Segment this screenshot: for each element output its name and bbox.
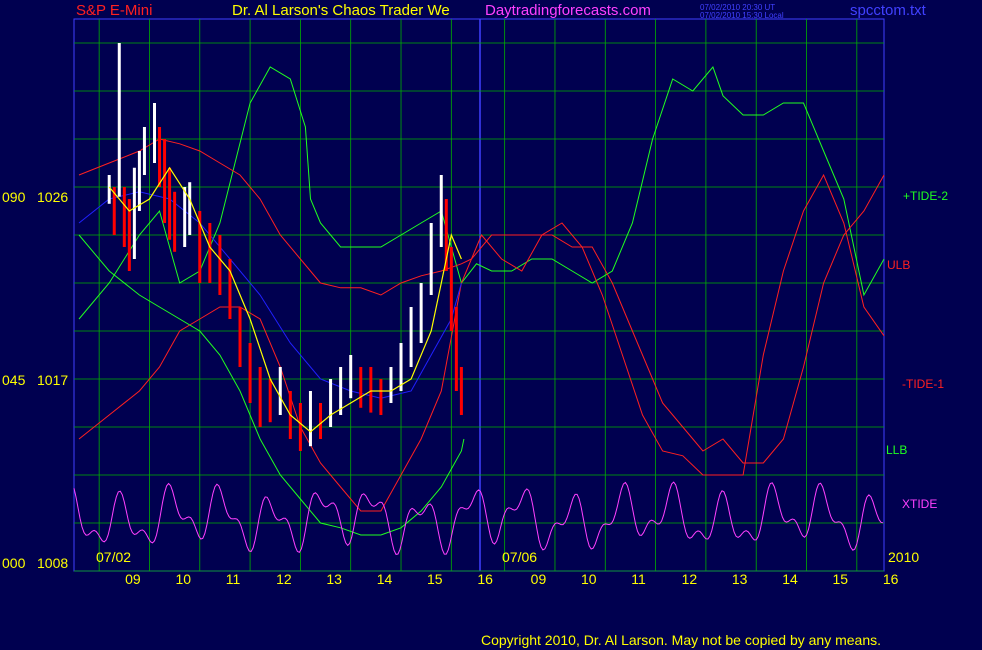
- y-label-left-mid: 045: [2, 372, 26, 388]
- x-tick-label: 13: [326, 571, 342, 587]
- x-tick-label: 14: [782, 571, 798, 587]
- instrument-title: S&P E-Mini: [76, 2, 153, 19]
- x-tick-label: 11: [631, 571, 646, 587]
- date-label-0706: 07/06: [502, 549, 538, 565]
- x-tick-label: 09: [125, 571, 141, 587]
- y-label-left-bottom: 000: [2, 555, 26, 571]
- x-tick-label: 15: [427, 571, 443, 587]
- x-tick-label: 13: [731, 571, 748, 587]
- x-tick-label: 11: [225, 571, 241, 587]
- data-file-name: spcctom.txt: [850, 2, 926, 19]
- series-line-blue: [78, 191, 462, 399]
- plot-frame: [73, 18, 885, 572]
- label-llb: LLB: [886, 443, 908, 457]
- date-label-0702: 07/02: [96, 549, 132, 565]
- year-label: 2010: [888, 549, 920, 565]
- chart-svg: [73, 18, 885, 572]
- y-label-left-top: 090: [2, 189, 26, 205]
- y-label-right-bottom: 1008: [37, 555, 69, 571]
- overlay-lines: [108, 166, 462, 433]
- x-tick-label: 16: [477, 571, 493, 587]
- x-tick-label: 12: [276, 571, 292, 587]
- x-tick-label: 10: [175, 571, 192, 587]
- x-tick-label: 09: [530, 571, 547, 587]
- x-tick-label: 12: [681, 571, 698, 587]
- x-tick-label: 16: [882, 571, 899, 587]
- series-line-average: [108, 166, 462, 433]
- timestamp-local: 07/02/2010 15:30 Local: [700, 11, 784, 20]
- x-tick-label: 15: [832, 571, 849, 587]
- label-xtide: XTIDE: [902, 497, 938, 511]
- site-link[interactable]: Daytradingforecasts.com: [485, 2, 651, 19]
- y-label-right-top: 1026: [37, 189, 69, 205]
- label-ulb: ULB: [887, 258, 911, 272]
- price-bars: [107, 43, 463, 451]
- x-tick-label: 14: [376, 571, 393, 587]
- x-tick-label: 10: [580, 571, 597, 587]
- copyright-notice: Copyright 2010, Dr. Al Larson. May not b…: [481, 632, 882, 648]
- series-line-xtide: [73, 481, 884, 555]
- grid: [74, 19, 884, 572]
- y-label-right-mid: 1017: [37, 372, 69, 388]
- label-tide-1: -TIDE-1: [902, 377, 944, 391]
- series-lines: [73, 66, 885, 555]
- label-tide-2: +TIDE-2: [903, 189, 949, 203]
- page-title: Dr. Al Larson's Chaos Trader We: [232, 2, 450, 19]
